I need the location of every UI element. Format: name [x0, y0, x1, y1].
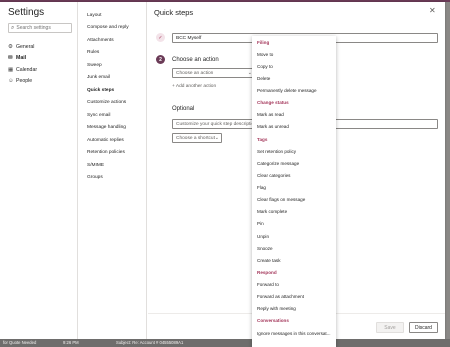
gear-icon: ⚙ [8, 43, 13, 50]
settings-title: Settings [8, 7, 45, 18]
chevron-down-icon: ⌄ [214, 135, 219, 141]
checkmark-icon: ✓ [156, 33, 165, 42]
dropdown-option[interactable]: Reply with meeting [252, 303, 336, 315]
mail-section-item[interactable]: S/MIME [87, 159, 147, 172]
mail-section-item[interactable]: Compose and reply [87, 22, 147, 35]
shortcut-placeholder: Choose a shortcut [176, 135, 215, 141]
calendar-icon: ▦ [8, 66, 14, 73]
dropdown-option[interactable]: Clear flags on message [252, 194, 336, 206]
page-title: Quick steps [154, 8, 194, 17]
dropdown-option[interactable]: Mark complete [252, 206, 336, 218]
discard-button[interactable]: Discard [409, 322, 438, 333]
settings-nav-mail[interactable]: ✉ Mail [8, 53, 76, 65]
people-icon: ☺ [8, 78, 14, 85]
settings-nav-calendar[interactable]: ▦ Calendar [8, 64, 76, 76]
dropdown-option[interactable]: Forward as attachment [252, 291, 336, 303]
dropdown-option[interactable]: Copy to [252, 60, 336, 72]
mail-sections-pane: Layout Compose and reply Attachments Rules S… [79, 2, 147, 339]
mail-section-item[interactable]: Junk email [87, 72, 147, 85]
mail-section-item[interactable]: Groups [87, 172, 147, 185]
mail-section-item[interactable]: Message handling [87, 122, 147, 135]
dropdown-option[interactable]: Permanently delete message [252, 85, 336, 97]
dropdown-option[interactable]: Snooze [252, 242, 336, 254]
dropdown-option[interactable]: Mark as read [252, 109, 336, 121]
mail-icon: ✉ [8, 55, 13, 62]
settings-nav-label: Calendar [16, 66, 38, 73]
dropdown-option[interactable]: Create task [252, 254, 336, 266]
add-another-action-link[interactable]: + Add another action [172, 84, 216, 89]
settings-category-pane: Settings ⌕ ⚙General✉Mail▦Calendar☺People [0, 2, 78, 339]
dropdown-option[interactable]: Ignore messages in this conversat... [252, 327, 336, 339]
dropdown-option[interactable]: Move to [252, 48, 336, 60]
status-text: for Quote Needed [3, 340, 37, 345]
settings-nav-label: General [16, 43, 35, 50]
dropdown-option[interactable]: Categorize message [252, 157, 336, 169]
settings-nav-label: People [16, 78, 33, 85]
dropdown-option[interactable]: Clear categories [252, 169, 336, 181]
search-settings-box[interactable]: ⌕ [8, 23, 72, 33]
mail-section-item[interactable]: Attachments [87, 34, 147, 47]
dropdown-option[interactable]: Pin [252, 218, 336, 230]
settings-dialog: Settings ⌕ ⚙General✉Mail▦Calendar☺People… [0, 2, 445, 339]
mail-section-item[interactable]: Sweep [87, 59, 147, 72]
dropdown-option[interactable]: Delete [252, 72, 336, 84]
status-subject: Subject: Re: Account # 04555089A1 [116, 340, 184, 345]
settings-nav: ⚙ General ✉ Mail ▦ Calendar ☺ People [8, 41, 76, 87]
dropdown-option[interactable]: Flag [252, 182, 336, 194]
settings-nav-general[interactable]: ⚙ General [8, 41, 76, 53]
dropdown-option[interactable]: Set retention policy [252, 145, 336, 157]
shortcut-dropdown[interactable]: Choose a shortcut ⌄ [172, 133, 222, 143]
mail-sections-list: Layout Compose and reply Attachments Rules S… [87, 9, 147, 184]
close-icon[interactable]: ✕ [429, 6, 436, 15]
settings-nav-people[interactable]: ☺ People [8, 76, 76, 88]
dropdown-option[interactable]: Forward to [252, 279, 336, 291]
step-number-badge: 2 [156, 55, 165, 64]
mail-section-item[interactable]: Retention policies [87, 147, 147, 160]
choose-action-placeholder: Choose an action [176, 70, 214, 76]
mail-section-item[interactable]: Rules [87, 47, 147, 60]
mail-section-item[interactable]: Customize actions [87, 97, 147, 110]
optional-label: Optional [172, 106, 195, 112]
dropdown-group-header: Tags [257, 136, 268, 142]
search-icon: ⌕ [11, 24, 15, 31]
mail-section-item[interactable]: Automatic replies [87, 134, 147, 147]
status-bar: for Quote Needed 9:26 PM Subject: Re: Ac… [0, 339, 450, 347]
mail-section-item[interactable]: Sync email [87, 109, 147, 122]
choose-action-dropdown[interactable]: Choose an action ⌄ [172, 68, 256, 78]
save-button[interactable]: Save [376, 322, 404, 333]
status-time: 9:26 PM [63, 340, 79, 345]
mail-section-item[interactable]: Layout [87, 9, 147, 22]
search-settings-input[interactable] [16, 25, 69, 31]
settings-nav-label: Mail [16, 55, 27, 62]
choose-action-label: Choose an action [172, 57, 219, 63]
dropdown-group-header: Respond [257, 269, 277, 275]
dropdown-group-header: Change status [257, 100, 289, 106]
dropdown-group-header: Conversations [257, 318, 289, 324]
dropdown-group-header: Filing [257, 39, 270, 45]
dropdown-option[interactable]: Unpin [252, 230, 336, 242]
action-dropdown-menu: Filing Move to Copy to Delete Permanently de… [252, 36, 336, 347]
mail-section-item[interactable]: Quick steps [87, 84, 147, 97]
dropdown-option[interactable]: Mark as unread [252, 121, 336, 133]
